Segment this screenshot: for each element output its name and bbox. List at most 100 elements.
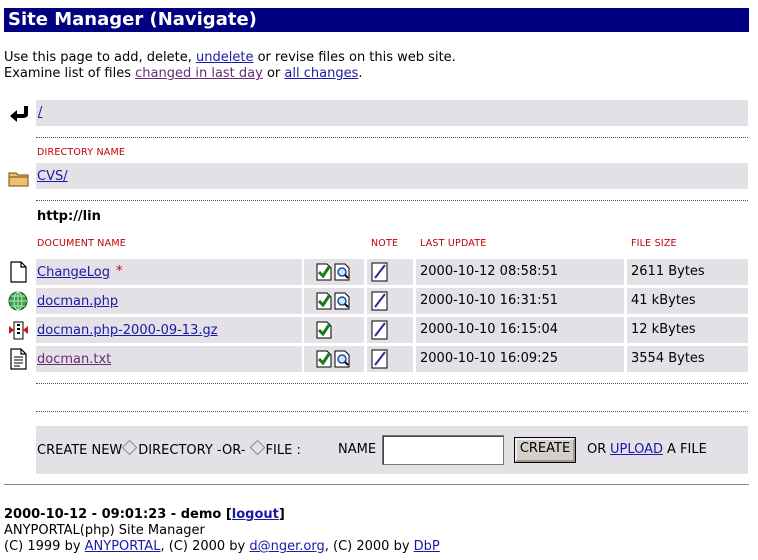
- last-update-header: LAST UPDATE: [420, 238, 487, 249]
- dbp-link[interactable]: DbP: [414, 539, 440, 554]
- blank-document-icon: [10, 261, 27, 283]
- product-name: ANYPORTAL(php) Site Manager: [4, 523, 205, 538]
- table-row: docman.txt 2000-10-10 16:09:25 3554 Byte…: [36, 346, 748, 372]
- divider: [36, 137, 748, 138]
- note-icon[interactable]: [371, 349, 389, 369]
- document-link[interactable]: docman.txt: [37, 352, 111, 368]
- table-row: docman.php-2000-09-13.gz 2000-10-10 16:1…: [36, 317, 748, 343]
- directory-link[interactable]: CVS/: [37, 169, 68, 185]
- file-size: 3554 Bytes: [631, 351, 705, 366]
- document-name-header: DOCUMENT NAME: [37, 238, 126, 249]
- divider: [36, 200, 748, 201]
- note-cell: [367, 317, 413, 343]
- root-link[interactable]: /: [38, 105, 42, 121]
- document-link[interactable]: docman.php-2000-09-13.gz: [37, 323, 218, 339]
- archive-icon: [9, 321, 28, 340]
- last-update: 2000-10-10 16:15:04: [420, 322, 559, 337]
- view-icon[interactable]: [334, 292, 350, 310]
- file-size: 12 kBytes: [631, 322, 696, 337]
- modified-marker: *: [116, 264, 123, 279]
- copyright-text-2: , (C) 2000 by: [160, 539, 250, 554]
- folder-icon: [8, 172, 29, 187]
- page-title: Site Manager (Navigate): [4, 8, 749, 32]
- note-icon[interactable]: [371, 262, 389, 282]
- footer-divider: [4, 484, 749, 485]
- anyportal-link[interactable]: ANYPORTAL: [85, 539, 161, 554]
- updated-cell: 2000-10-10 16:31:51: [416, 288, 624, 314]
- status-bracket: ]: [278, 507, 285, 522]
- intro-text-1: Use this page to add, delete,: [4, 50, 197, 65]
- table-row: docman.php 2000-10-10 16:31:51 41 kBytes: [36, 288, 748, 314]
- directory-radio[interactable]: [122, 439, 138, 456]
- file-size: 41 kBytes: [631, 293, 696, 308]
- intro-text: Use this page to add, delete, undelete o…: [4, 50, 456, 82]
- note-header: NOTE: [371, 238, 399, 249]
- actions-cell: [304, 317, 364, 343]
- create-form: CREATE NEW DIRECTORY -OR- FILE : NAME CRE…: [36, 426, 748, 474]
- logout-link[interactable]: logout: [232, 507, 279, 522]
- copyright-text-3: , (C) 2000 by: [324, 539, 414, 554]
- file-size-header: FILE SIZE: [631, 238, 677, 249]
- document-link[interactable]: docman.php: [37, 294, 118, 310]
- upload-link[interactable]: UPLOAD: [610, 442, 663, 458]
- directory-row: CVS/: [36, 163, 748, 189]
- note-icon[interactable]: [371, 291, 389, 311]
- divider: [36, 411, 748, 412]
- actions-cell: [304, 346, 364, 372]
- divider: [36, 383, 748, 384]
- upload-suffix: A FILE: [667, 442, 707, 457]
- view-icon[interactable]: [334, 350, 350, 368]
- actions-cell: [304, 259, 364, 285]
- name-cell: docman.txt: [36, 346, 302, 372]
- status-text: 2000-10-12 - 09:01:23 - demo [: [4, 507, 232, 522]
- root-row: /: [36, 100, 748, 126]
- create-button[interactable]: CREATE: [514, 437, 576, 463]
- size-cell: 3554 Bytes: [627, 346, 748, 372]
- name-cell: ChangeLog *: [36, 259, 302, 285]
- note-cell: [367, 288, 413, 314]
- all-changes-link[interactable]: all changes: [284, 66, 358, 81]
- intro-text-2: or revise files on this web site.: [253, 50, 456, 65]
- changed-last-day-link[interactable]: changed in last day: [135, 66, 263, 81]
- updated-cell: 2000-10-10 16:15:04: [416, 317, 624, 343]
- document-link[interactable]: ChangeLog: [37, 265, 110, 281]
- intro-text-4: or: [262, 66, 285, 81]
- directory-option-label: DIRECTORY -OR-: [138, 443, 246, 458]
- create-options: CREATE NEW DIRECTORY -OR- FILE :: [37, 439, 301, 459]
- table-row: ChangeLog * 2000-10-12 08:58:51 2611 Byt…: [36, 259, 748, 285]
- updated-cell: 2000-10-10 16:09:25: [416, 346, 624, 372]
- file-size: 2611 Bytes: [631, 264, 705, 279]
- name-label: NAME: [338, 442, 377, 457]
- file-radio[interactable]: [249, 439, 265, 456]
- back-arrow-icon[interactable]: [8, 103, 30, 125]
- note-cell: [367, 259, 413, 285]
- intro-text-3: Examine list of files: [4, 66, 136, 81]
- copyright: (C) 1999 by ANYPORTAL, (C) 2000 by d@nge…: [4, 539, 440, 555]
- actions-cell: [304, 288, 364, 314]
- undelete-link[interactable]: undelete: [196, 50, 253, 65]
- edit-icon[interactable]: [316, 263, 332, 281]
- updated-cell: 2000-10-12 08:58:51: [416, 259, 624, 285]
- globe-icon: [8, 291, 28, 311]
- last-update: 2000-10-10 16:31:51: [420, 293, 559, 308]
- last-update: 2000-10-12 08:58:51: [420, 264, 559, 279]
- edit-icon[interactable]: [316, 321, 332, 339]
- note-cell: [367, 346, 413, 372]
- view-icon[interactable]: [334, 263, 350, 281]
- directory-name-header: DIRECTORY NAME: [37, 147, 126, 158]
- note-icon[interactable]: [371, 320, 389, 340]
- size-cell: 2611 Bytes: [627, 259, 748, 285]
- last-update: 2000-10-10 16:09:25: [420, 351, 559, 366]
- name-cell: docman.php: [36, 288, 302, 314]
- or-label: OR: [587, 442, 607, 457]
- name-cell: docman.php-2000-09-13.gz: [36, 317, 302, 343]
- session-status: 2000-10-12 - 09:01:23 - demo [logout]: [4, 507, 285, 523]
- edit-icon[interactable]: [316, 350, 332, 368]
- edit-icon[interactable]: [316, 292, 332, 310]
- danger-link[interactable]: d@nger.org: [249, 539, 324, 554]
- name-input[interactable]: [382, 435, 504, 465]
- create-new-label: CREATE NEW: [37, 443, 123, 458]
- section-url: http://lin: [37, 209, 101, 224]
- size-cell: 41 kBytes: [627, 288, 748, 314]
- size-cell: 12 kBytes: [627, 317, 748, 343]
